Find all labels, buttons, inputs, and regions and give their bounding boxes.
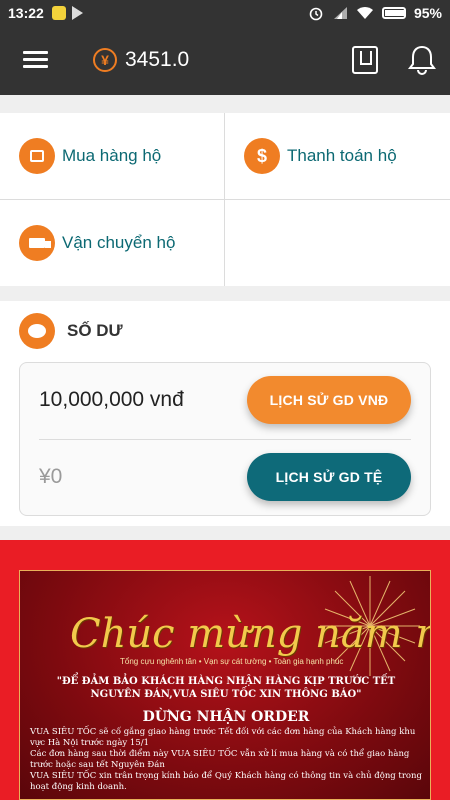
banner-quote: "ĐỂ ĐẢM BẢO KHÁCH HÀNG NHẬN HÀNG KỊP TRƯ… [56,676,396,700]
banner-subtitle: Tổng cựu nghênh tân • Vạn sự cát tường •… [120,657,344,666]
service-label: Thanh toán hộ [287,146,397,165]
vnd-amount: 10,000,000 vnđ [39,388,184,411]
play-store-icon [71,5,83,20]
battery-icon [381,6,406,19]
cny-row: ¥0 LỊCH SỬ GD TỆ [20,440,430,516]
battery-percent: 95% [413,4,442,21]
dollar-icon: $ [244,138,280,174]
balance-card: SỐ DƯ 10,000,000 vnđ LỊCH SỬ GD VNĐ ¥0 L… [0,301,450,526]
balance-title: SỐ DƯ [67,321,123,340]
status-time: 13:22 [8,4,44,21]
wifi-icon [356,6,373,19]
alarm-icon [309,7,323,20]
app-bar-balance: 3451.0 [125,48,190,71]
service-pay-for-me[interactable]: $ Thanh toán hộ [225,113,449,199]
promo-banner[interactable]: Chúc mừng năm mới! Tổng cựu nghênh tân •… [19,570,431,800]
status-right: 95% [308,5,442,21]
truck-icon [19,225,55,261]
app-bar: ¥ 3451.0 [0,25,450,95]
banner-title: Chúc mừng năm mới! [70,611,430,657]
banner-body-line: VUA SIÊU TỐC sẽ cố gắng giao hàng trước … [30,727,416,748]
service-buy-for-me[interactable]: Mua hàng hộ [0,113,224,199]
service-label: Vận chuyển hộ [62,233,176,252]
service-label: Mua hàng hộ [62,146,162,165]
wallet-box: 10,000,000 vnđ LỊCH SỬ GD VNĐ ¥0 LỊCH SỬ… [19,362,431,516]
service-shipping[interactable]: Vận chuyển hộ [0,200,224,286]
banner-headline: DỪNG NHẬN ORDER [142,709,310,725]
cny-history-button[interactable]: LỊCH SỬ GD TỆ [247,453,411,501]
cny-amount: ¥0 [39,465,63,488]
yen-icon: ¥ [93,48,117,72]
service-grid: Mua hàng hộ $ Thanh toán hộ Vận chuyển h… [0,113,450,286]
promo-banner-area: Chúc mừng năm mới! Tổng cựu nghênh tân •… [0,540,450,800]
status-bar: 13:22 95% [0,0,450,25]
notification-emoji-icon [51,5,66,20]
grid-divider [0,199,450,200]
vnd-history-button[interactable]: LỊCH SỬ GD VNĐ [247,376,411,424]
banner-body-line: VUA SIÊU TỐC xin trân trọng kính báo để … [30,771,422,792]
piggy-bank-icon [19,313,55,349]
notification-bell-icon[interactable] [405,43,439,77]
banner-body-line: Các đơn hàng sau thời điểm này VUA SIÊU … [30,749,410,770]
banner-body: VUA SIÊU TỐC sẽ cố gắng giao hàng trước … [30,727,422,793]
shopping-bag-icon[interactable] [352,46,378,74]
vnd-row: 10,000,000 vnđ LỊCH SỬ GD VNĐ [20,363,430,439]
store-icon [19,138,55,174]
hamburger-menu-icon[interactable] [23,51,48,69]
signal-icon [333,6,347,19]
balance-header: SỐ DƯ [19,313,123,349]
